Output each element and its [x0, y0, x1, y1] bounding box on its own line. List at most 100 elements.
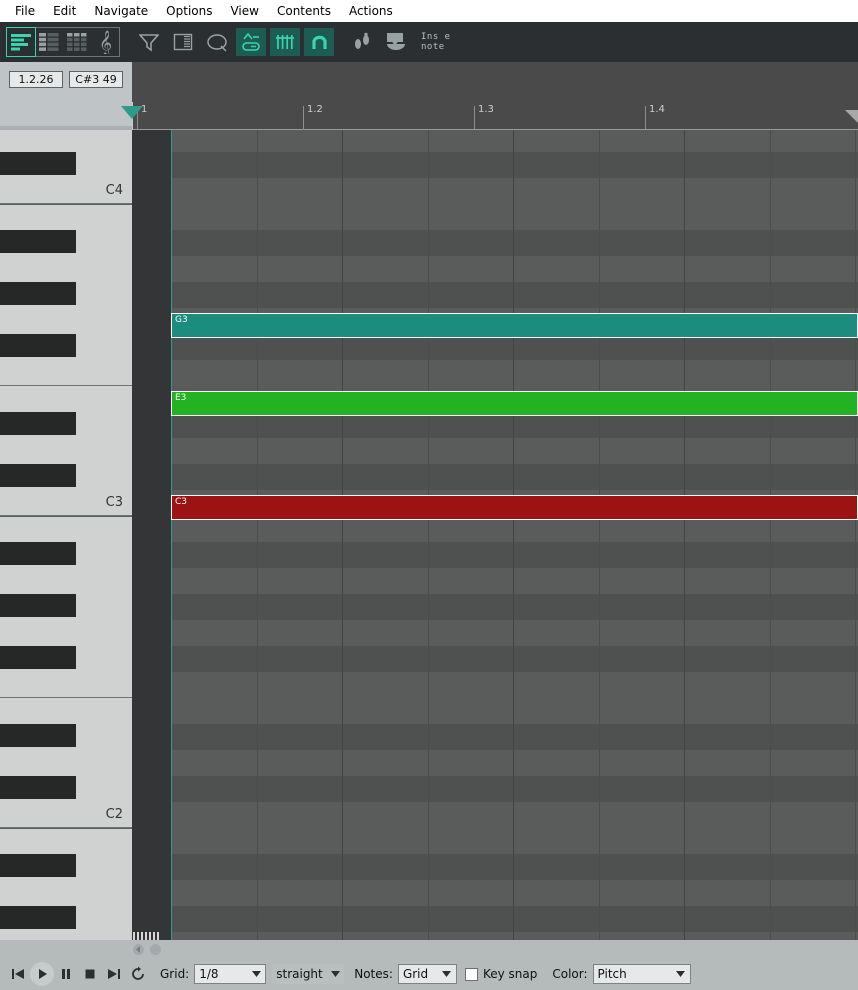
grid-row[interactable] [171, 178, 858, 204]
playhead-marker[interactable] [121, 106, 143, 119]
grid-row[interactable] [171, 646, 858, 672]
grid-row[interactable] [171, 152, 858, 178]
grid-row[interactable] [171, 854, 858, 880]
piano-white-key[interactable] [0, 672, 132, 698]
grid-row[interactable] [171, 256, 858, 282]
piano-white-key[interactable] [0, 204, 132, 230]
timeline-ruler[interactable]: 1 1.2 1.3 1.4 [121, 62, 858, 130]
piano-white-key[interactable] [0, 130, 132, 152]
score-view-button[interactable]: 𝄞 [91, 28, 119, 56]
color-mode-select[interactable]: Pitch [592, 964, 691, 984]
menu-item-view[interactable]: View [221, 2, 267, 20]
link-legato-button[interactable] [236, 28, 266, 56]
grid-row[interactable] [171, 230, 858, 256]
grid-row[interactable] [171, 620, 858, 646]
piano-white-key[interactable] [0, 360, 132, 386]
piano-white-key[interactable] [0, 516, 132, 542]
grid-row[interactable] [171, 724, 858, 750]
drum-grid-view-button[interactable] [63, 28, 91, 56]
grid-row[interactable] [171, 204, 858, 230]
piano-white-key[interactable] [0, 438, 132, 464]
end-marker[interactable] [845, 110, 858, 123]
grid-row[interactable] [171, 776, 858, 802]
play-button[interactable] [30, 962, 54, 986]
piano-black-key[interactable] [0, 776, 76, 799]
piano-black-key[interactable] [0, 854, 76, 877]
piano-black-key[interactable] [0, 724, 76, 747]
piano-black-key[interactable] [0, 282, 76, 305]
loop-playback-button[interactable] [126, 962, 150, 986]
piano-white-key[interactable] [0, 880, 132, 906]
notes-label: Notes: [354, 967, 393, 981]
piano-white-key[interactable] [0, 620, 132, 646]
menu-item-navigate[interactable]: Navigate [85, 2, 157, 20]
note-ruler-button[interactable] [168, 28, 198, 56]
grid-row[interactable] [171, 828, 858, 854]
piano-white-key[interactable] [0, 308, 132, 334]
go-to-end-button[interactable] [102, 962, 126, 986]
piano-black-key[interactable] [0, 542, 76, 565]
resize-grip-handle[interactable] [133, 932, 159, 940]
position-display[interactable]: 1.2.26 [9, 71, 63, 88]
scroll-handle[interactable] [150, 944, 161, 955]
midi-note[interactable]: G3 [171, 313, 858, 338]
piano-white-key[interactable] [0, 386, 132, 412]
grid-row[interactable] [171, 464, 858, 490]
piano-white-key[interactable] [0, 932, 132, 940]
notes-value-select[interactable]: Grid [397, 964, 457, 984]
piano-black-key[interactable] [0, 230, 76, 253]
grid-row[interactable] [171, 802, 858, 828]
pause-button[interactable] [54, 962, 78, 986]
piano-white-key[interactable] [0, 828, 132, 854]
note-grid[interactable]: G3 E3 C3 [171, 130, 858, 940]
scroll-left-button[interactable] [133, 944, 144, 955]
list-view-button[interactable] [35, 28, 63, 56]
piano-black-key[interactable] [0, 594, 76, 617]
quantize-grid-button[interactable] [270, 28, 300, 56]
grid-row[interactable] [171, 750, 858, 776]
magnet-snap-button[interactable] [304, 28, 334, 56]
key-snap-checkbox[interactable] [464, 967, 478, 981]
grid-row[interactable] [171, 360, 858, 386]
menu-item-options[interactable]: Options [157, 2, 221, 20]
grid-row[interactable] [171, 880, 858, 906]
piano-white-key[interactable] [0, 568, 132, 594]
menu-item-file[interactable]: File [6, 2, 44, 20]
go-to-start-button[interactable] [6, 962, 30, 986]
stop-button[interactable] [78, 962, 102, 986]
piano-black-key[interactable] [0, 464, 76, 487]
menu-item-edit[interactable]: Edit [44, 2, 85, 20]
grid-row[interactable] [171, 282, 858, 308]
step-input-button[interactable] [348, 28, 378, 56]
grid-vertical-line [855, 130, 856, 940]
grid-row[interactable] [171, 932, 858, 940]
grid-row[interactable] [171, 594, 858, 620]
piano-black-key[interactable] [0, 152, 76, 175]
piano-keyboard[interactable]: C4 C3 C2 [0, 130, 132, 940]
grid-row[interactable] [171, 568, 858, 594]
piano-black-key[interactable] [0, 906, 76, 929]
midi-note[interactable]: C3 [171, 495, 858, 520]
piano-white-key[interactable] [0, 750, 132, 776]
piano-white-key[interactable] [0, 698, 132, 724]
piano-black-key[interactable] [0, 334, 76, 357]
grid-row[interactable] [171, 698, 858, 724]
piano-white-key[interactable] [0, 256, 132, 282]
loop-selection-button[interactable] [202, 28, 232, 56]
piano-black-key[interactable] [0, 412, 76, 435]
menu-item-contents[interactable]: Contents [268, 2, 340, 20]
grid-row[interactable] [171, 438, 858, 464]
piano-roll-view-button[interactable] [6, 27, 36, 57]
grid-row[interactable] [171, 906, 858, 932]
swing-select[interactable]: straight [272, 964, 345, 984]
grid-row[interactable] [171, 130, 858, 152]
midi-note[interactable]: E3 [171, 391, 858, 416]
menu-item-actions[interactable]: Actions [340, 2, 402, 20]
grid-row[interactable] [171, 672, 858, 698]
filter-button[interactable] [134, 28, 164, 56]
note-pitch-display[interactable]: C#3 49 [69, 71, 123, 88]
grid-value-select[interactable]: 1/8 [194, 964, 267, 984]
insert-note-button[interactable] [382, 28, 412, 56]
grid-row[interactable] [171, 542, 858, 568]
piano-black-key[interactable] [0, 646, 76, 669]
